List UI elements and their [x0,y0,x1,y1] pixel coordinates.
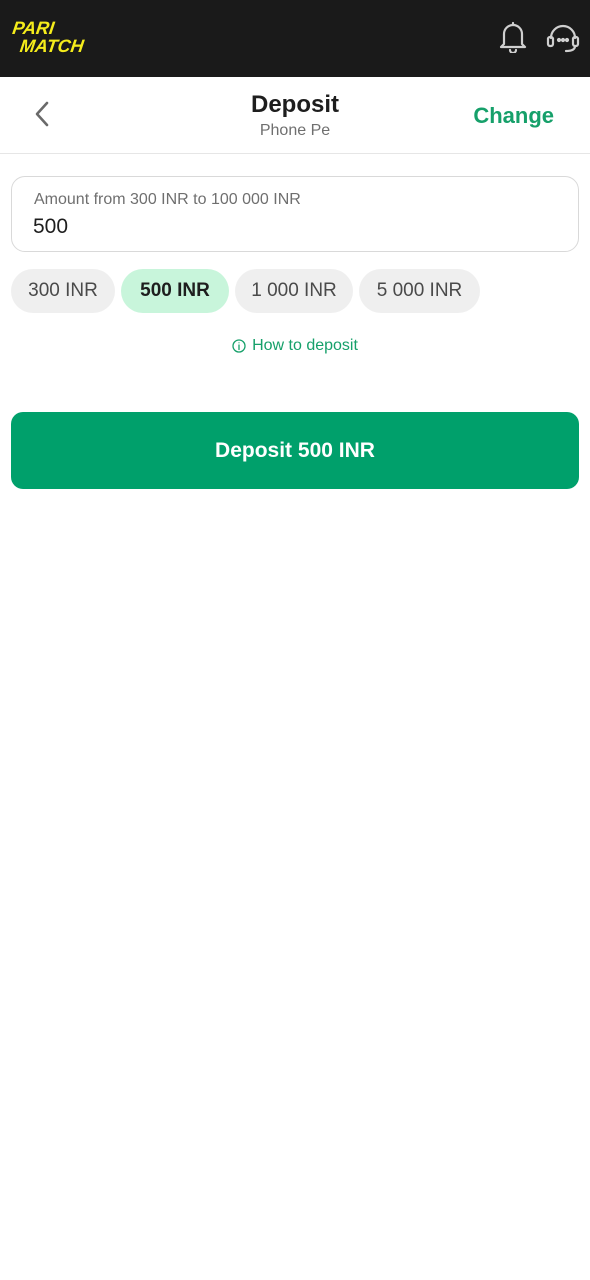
parimatch-logo[interactable]: PARI MATCH [10,18,122,56]
how-to-deposit-label: How to deposit [252,337,358,354]
preset-chip-1000[interactable]: 1 000 INR [235,269,353,313]
amount-field[interactable]: Amount from 300 INR to 100 000 INR [11,176,579,252]
how-to-deposit-link[interactable]: How to deposit [0,337,590,355]
preset-chip-500[interactable]: 500 INR [121,269,229,313]
svg-text:MATCH: MATCH [19,36,86,56]
top-app-bar: PARI MATCH [0,0,590,77]
preset-amounts: 300 INR 500 INR 1 000 INR 5 000 INR [11,269,480,313]
bell-icon[interactable] [496,20,530,54]
preset-chip-300[interactable]: 300 INR [11,269,115,313]
amount-input[interactable] [33,215,533,239]
change-method-button[interactable]: Change [473,103,554,129]
info-icon [232,339,246,353]
amount-field-label: Amount from 300 INR to 100 000 INR [34,191,301,208]
support-headset-icon[interactable] [546,20,580,54]
page-header: Deposit Phone Pe Change [0,77,590,154]
svg-text:PARI: PARI [11,18,56,38]
preset-chip-5000[interactable]: 5 000 INR [359,269,480,313]
deposit-button[interactable]: Deposit 500 INR [11,412,579,489]
